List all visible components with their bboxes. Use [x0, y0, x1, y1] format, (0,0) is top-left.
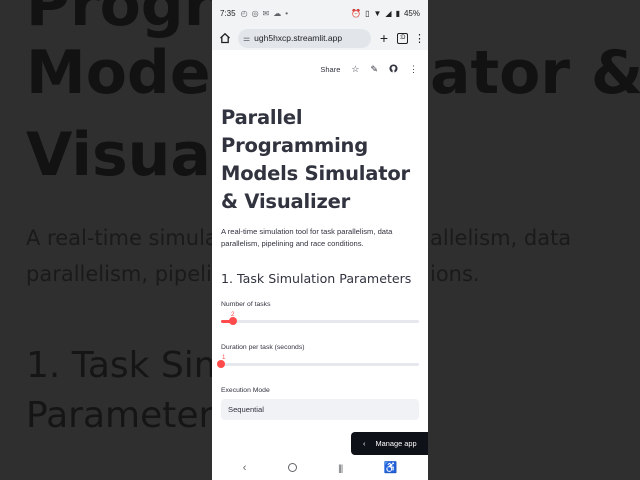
bg-desc-line-2: parallelism, pipeli: [26, 262, 212, 286]
bg-title-line-3: Visual: [26, 120, 232, 190]
bg-desc-right-1: allelism, data: [430, 226, 572, 250]
phone-screen: 7:35 ◴ ◎ ✉ ☁ • ⏰ ▯ ▼ ◢ ▮ 45% ⚌ ugh5hxcp.…: [212, 0, 428, 480]
alarm-icon: ◴: [240, 8, 248, 18]
tasks-slider-thumb[interactable]: [228, 317, 237, 325]
share-button[interactable]: Share: [320, 65, 340, 74]
manage-app-label: Manage app: [375, 439, 417, 448]
home-icon[interactable]: [218, 31, 232, 45]
menu-icon[interactable]: ⋮: [414, 32, 425, 45]
tasks-slider-value: 2: [231, 311, 235, 318]
bg-section-line-1: 1. Task Sim: [26, 345, 229, 386]
streamlit-toolbar: Share ☆ ✎ ⋮: [212, 50, 428, 88]
accessibility-icon[interactable]: ♿: [384, 461, 398, 474]
tune-icon[interactable]: ⚌: [243, 34, 250, 43]
message-icon: ✉: [262, 8, 270, 18]
duration-slider-label: Duration per task (seconds): [221, 344, 305, 351]
dot-icon: •: [285, 8, 289, 18]
tabs-icon[interactable]: :D: [397, 32, 408, 44]
execution-mode-value: Sequential: [228, 405, 264, 414]
battery-icon: ▮: [395, 8, 400, 18]
execution-mode-label: Execution Mode: [221, 387, 270, 394]
duration-slider-value: 1: [222, 354, 226, 361]
main-content: Parallel Programming Models Simulator & …: [212, 104, 428, 420]
url-text: ugh5hxcp.streamlit.app: [254, 33, 343, 43]
page-description: A real-time simulation tool for task par…: [221, 227, 393, 248]
bg-desc-line-1: A real-time simula: [26, 226, 218, 250]
page-title: Parallel Programming Models Simulator & …: [221, 106, 410, 213]
star-icon[interactable]: ☆: [351, 64, 359, 75]
bg-desc-right-2: ions.: [430, 262, 480, 286]
cloud-icon: ☁: [273, 8, 282, 18]
execution-mode-select[interactable]: Sequential: [221, 399, 419, 420]
url-field[interactable]: ⚌ ugh5hxcp.streamlit.app: [238, 28, 371, 48]
github-icon[interactable]: [389, 63, 398, 75]
chevron-left-icon: ‹: [363, 439, 366, 448]
section-title: 1. Task Simulation Parameters: [221, 271, 412, 286]
manage-app-button[interactable]: ‹ Manage app: [351, 432, 428, 455]
recents-icon[interactable]: |||: [338, 463, 343, 473]
bg-title-right: ator &: [430, 38, 640, 108]
whatsapp-icon: ◎: [251, 8, 259, 18]
wifi-icon: ▼: [373, 8, 382, 18]
tasks-slider-label: Number of tasks: [221, 301, 271, 308]
android-nav-bar: ‹ ||| ♿: [212, 455, 428, 480]
tasks-slider[interactable]: [221, 317, 419, 325]
plus-icon[interactable]: +: [377, 30, 391, 46]
duration-slider[interactable]: [217, 360, 419, 368]
status-time: 7:35: [220, 8, 236, 18]
signal-icon: ◢: [385, 8, 392, 18]
more-icon[interactable]: ⋮: [409, 64, 418, 75]
vibrate-icon: ▯: [365, 8, 370, 18]
bg-title-line-2: Model: [26, 38, 232, 108]
notification-icons: ◴ ◎ ✉ ☁ •: [241, 9, 288, 18]
status-right: ⏰ ▯ ▼ ◢ ▮ 45%: [351, 9, 420, 18]
alarm-clock-icon: ⏰: [351, 8, 362, 18]
battery-percent: 45%: [403, 8, 420, 18]
status-bar: 7:35 ◴ ◎ ✉ ☁ • ⏰ ▯ ▼ ◢ ▮ 45%: [212, 0, 428, 26]
home-nav-icon[interactable]: [287, 463, 297, 472]
duration-slider-thumb[interactable]: [217, 360, 225, 368]
browser-url-bar: ⚌ ugh5hxcp.streamlit.app + :D ⋮: [212, 26, 428, 50]
bg-section-line-2: Parameter: [26, 395, 214, 436]
back-icon[interactable]: ‹: [243, 462, 247, 474]
edit-icon[interactable]: ✎: [370, 64, 378, 75]
